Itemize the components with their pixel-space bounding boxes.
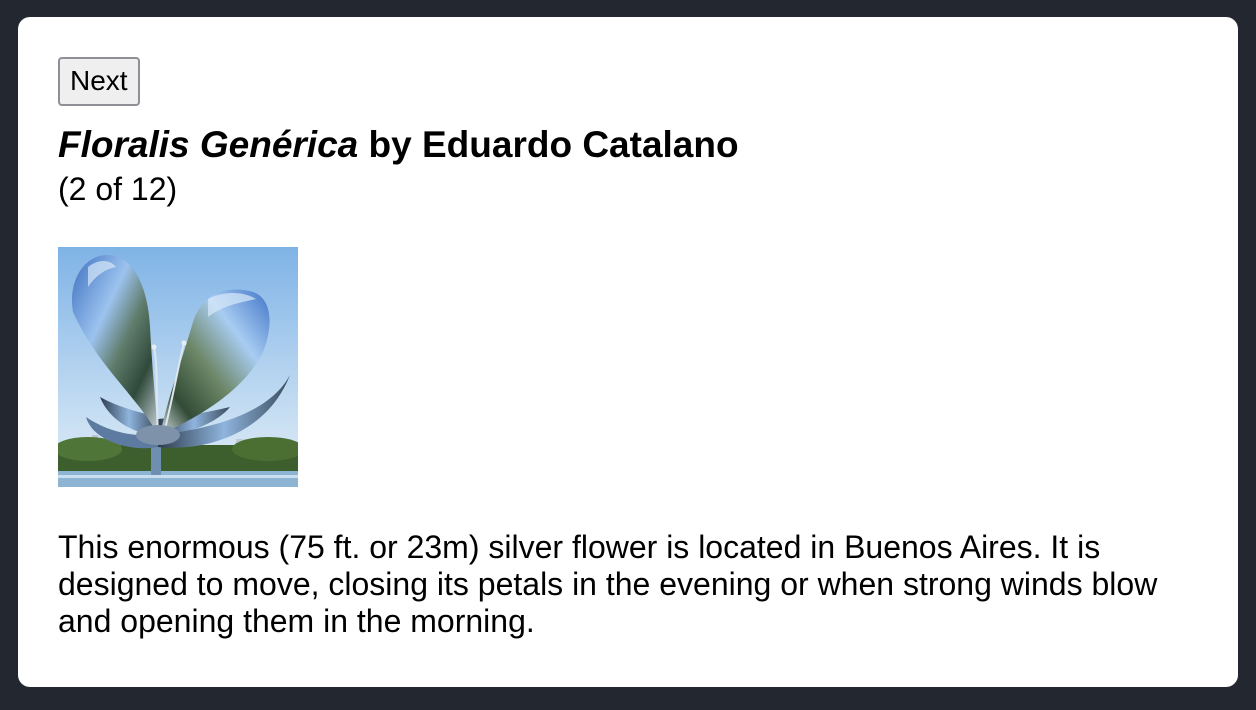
- artwork-heading: Floralis Genérica by Eduardo Catalano: [58, 121, 1198, 169]
- artist-byline: by Eduardo Catalano: [368, 124, 739, 165]
- gallery-card: Next Floralis Genérica by Eduardo Catala…: [18, 17, 1238, 687]
- flower-sculpture-picture: [58, 247, 298, 487]
- next-button[interactable]: Next: [58, 57, 140, 106]
- gallery-counter: (2 of 12): [58, 171, 178, 207]
- artwork-title: Floralis Genérica: [58, 124, 359, 165]
- artwork-description: This enormous (75 ft. or 23m) silver flo…: [58, 529, 1158, 639]
- artwork-image: [58, 247, 298, 487]
